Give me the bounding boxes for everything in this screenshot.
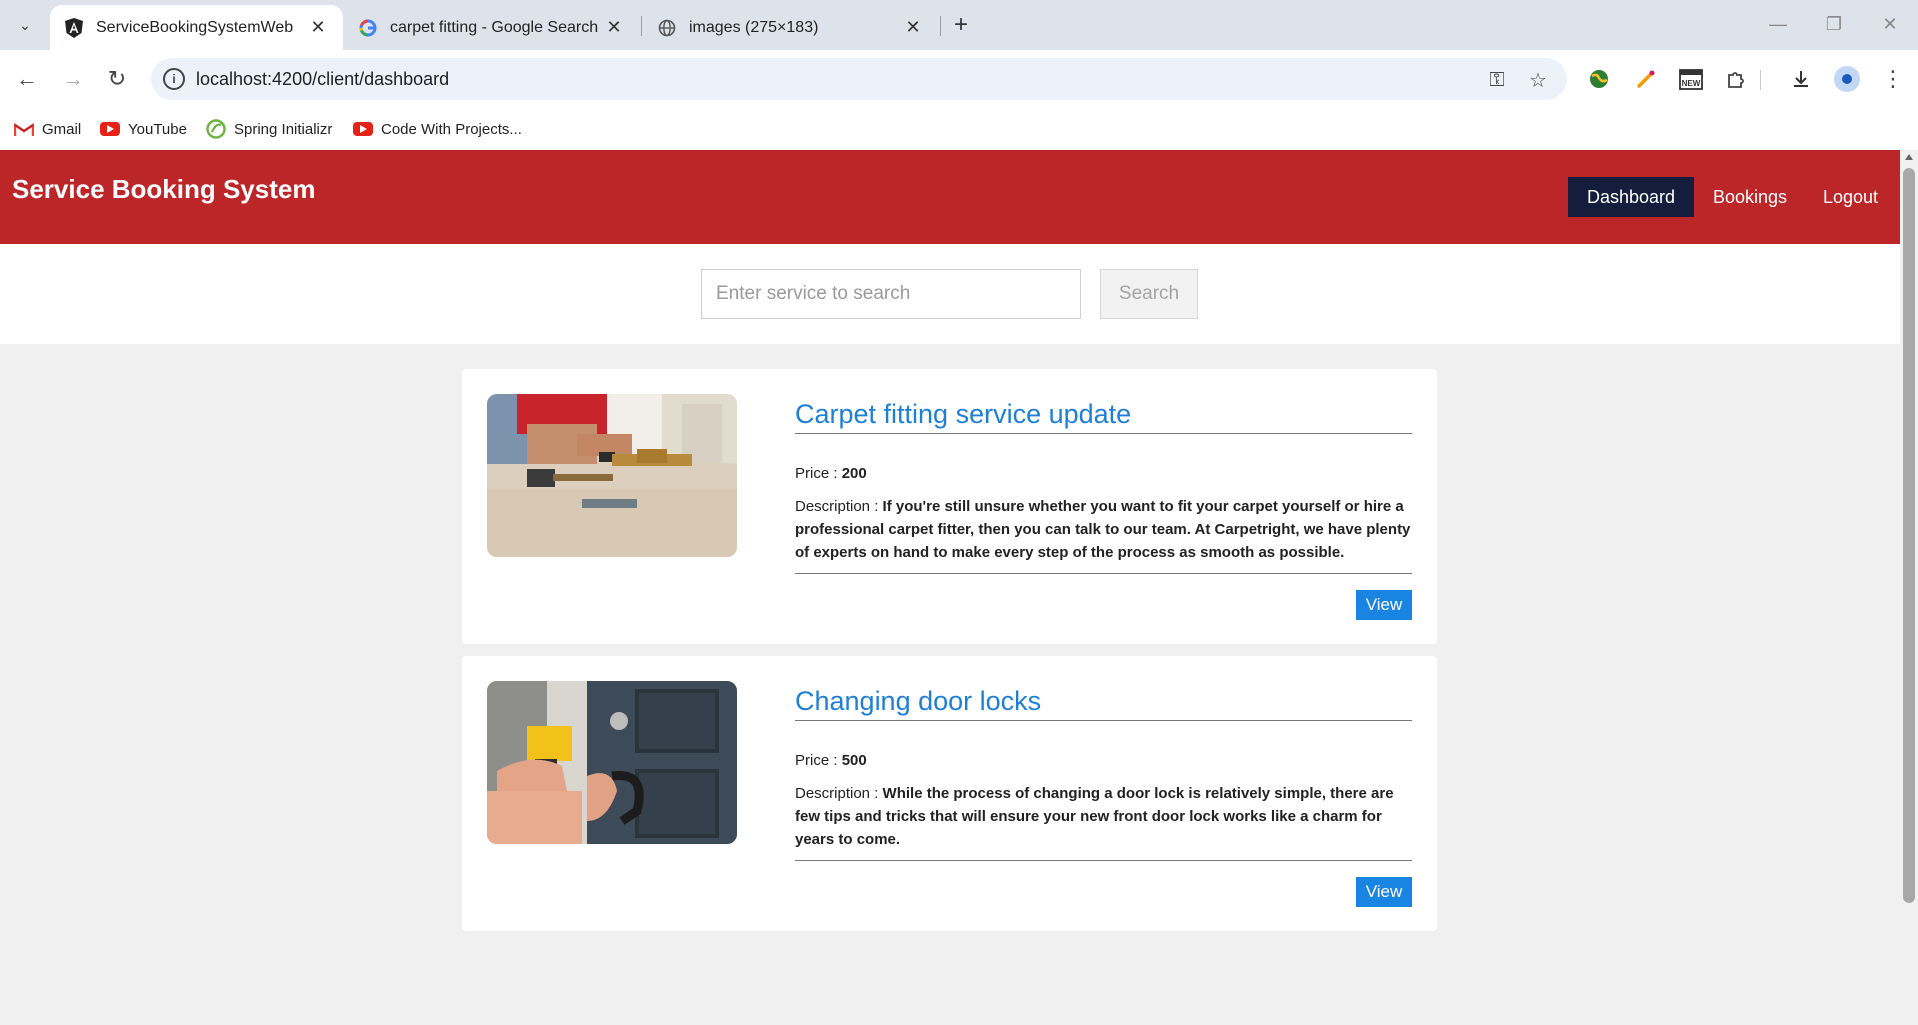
window-close-icon[interactable]: ✕ <box>1868 8 1912 40</box>
tab-service-booking[interactable]: ServiceBookingSystemWeb ✕ <box>50 5 343 50</box>
browser-toolbar: ← → ↻ i localhost:4200/client/dashboard … <box>0 50 1918 108</box>
bookmark-code-with-projects[interactable]: Code With Projects... <box>353 116 522 142</box>
service-card: Carpet fitting service update Price : 20… <box>462 369 1437 644</box>
close-icon[interactable]: ✕ <box>902 17 924 39</box>
site-info-icon[interactable]: i <box>163 68 185 90</box>
gmail-icon <box>14 122 34 137</box>
bookmark-label: YouTube <box>128 120 187 138</box>
color-picker-icon[interactable] <box>1632 65 1660 93</box>
tab-separator <box>641 16 642 36</box>
bookmarks-bar: Gmail YouTube Spring Initializr Code Wit… <box>0 108 1918 150</box>
view-button[interactable]: View <box>1356 877 1412 907</box>
more-menu-icon[interactable]: ⋮ <box>1879 65 1907 93</box>
bookmark-youtube[interactable]: YouTube <box>100 116 187 142</box>
service-description: Description : While the process of chang… <box>795 782 1412 851</box>
description-text: If you're still unsure whether you want … <box>795 498 1411 561</box>
service-title: Changing door locks <box>795 686 1042 716</box>
scrollbar-thumb[interactable] <box>1903 168 1915 903</box>
description-label: Description : <box>795 785 883 802</box>
back-arrow-icon[interactable]: ← <box>11 63 43 95</box>
toolbar-separator <box>1760 70 1761 90</box>
globe-icon <box>657 18 677 38</box>
divider <box>795 860 1412 861</box>
door-lock-image-icon <box>487 681 737 844</box>
bookmark-label: Spring Initializr <box>234 120 333 138</box>
tab-separator <box>940 16 941 36</box>
carpet-fitting-photo <box>487 394 737 557</box>
nav-dashboard[interactable]: Dashboard <box>1568 177 1695 217</box>
description-label: Description : <box>795 498 883 515</box>
tab-title: carpet fitting - Google Search <box>390 18 599 36</box>
tab-search-chevron-icon[interactable]: ⌄ <box>10 10 40 40</box>
google-icon <box>358 18 378 38</box>
divider <box>795 433 1412 434</box>
page-viewport: Service Booking System Dashboard Booking… <box>0 150 1900 1025</box>
door-lock-photo <box>487 681 737 844</box>
price-value: 200 <box>841 465 867 482</box>
search-section: Search <box>0 244 1900 344</box>
new-tab-plus-icon[interactable]: + <box>946 10 976 40</box>
tab-google-search[interactable]: carpet fitting - Google Search ✕ <box>344 5 639 50</box>
extensions-puzzle-icon[interactable] <box>1722 65 1750 93</box>
restore-icon[interactable]: ❐ <box>1812 8 1856 40</box>
download-icon[interactable] <box>1787 65 1815 93</box>
service-card: Changing door locks Price : 500 Descript… <box>462 656 1437 931</box>
search-button[interactable]: Search <box>1100 269 1198 319</box>
browser-tab-strip: ⌄ ServiceBookingSystemWeb ✕ carpet fitti… <box>0 0 1918 50</box>
view-button[interactable]: View <box>1356 590 1412 620</box>
app-title: Service Booking System <box>12 174 316 204</box>
bookmark-gmail[interactable]: Gmail <box>14 116 81 142</box>
service-price: Price : 500 <box>795 752 867 769</box>
app-header: Service Booking System Dashboard Booking… <box>0 150 1900 244</box>
youtube-icon <box>100 122 120 136</box>
price-label: Price : <box>795 752 842 769</box>
new-badge-extension-icon[interactable]: NEW <box>1677 65 1705 93</box>
svg-text:NEW: NEW <box>1682 79 1701 88</box>
tab-images[interactable]: images (275×183) ✕ <box>643 5 938 50</box>
youtube-icon <box>353 122 373 136</box>
divider <box>795 720 1412 721</box>
reload-icon[interactable]: ↻ <box>101 63 133 95</box>
bookmark-spring-initializr[interactable]: Spring Initializr <box>206 116 332 142</box>
divider <box>795 573 1412 574</box>
forward-arrow-icon[interactable]: → <box>57 63 89 95</box>
password-key-icon[interactable]: ⚿ <box>1483 66 1511 94</box>
nav-bookings[interactable]: Bookings <box>1694 177 1806 217</box>
service-description: Description : If you're still unsure whe… <box>795 495 1412 564</box>
close-icon[interactable]: ✕ <box>603 17 625 39</box>
nav-logout[interactable]: Logout <box>1804 177 1897 217</box>
address-bar[interactable]: i localhost:4200/client/dashboard ⚿ ☆ <box>151 58 1567 100</box>
bookmark-label: Code With Projects... <box>381 120 522 138</box>
tab-title: images (275×183) <box>689 18 819 36</box>
url-text[interactable]: localhost:4200/client/dashboard <box>196 69 449 90</box>
minimize-icon[interactable]: — <box>1756 8 1800 40</box>
description-text: While the process of changing a door loc… <box>795 785 1394 848</box>
service-price: Price : 200 <box>795 465 867 482</box>
price-value: 500 <box>841 752 867 769</box>
bookmark-label: Gmail <box>42 120 82 138</box>
carpet-fitting-image-icon <box>487 394 737 557</box>
scroll-up-arrow-icon[interactable] <box>1905 154 1913 160</box>
angular-icon <box>64 17 84 38</box>
bookmark-star-icon[interactable]: ☆ <box>1524 66 1552 94</box>
profile-avatar-icon[interactable] <box>1834 66 1860 92</box>
tab-title: ServiceBookingSystemWeb <box>96 18 294 36</box>
price-label: Price : <box>795 465 842 482</box>
service-search-input[interactable] <box>701 269 1081 319</box>
service-title: Carpet fitting service update <box>795 399 1132 429</box>
spring-icon <box>206 119 226 139</box>
page-scrollbar[interactable] <box>1900 150 1918 1025</box>
close-icon[interactable]: ✕ <box>307 17 329 39</box>
extension-globe-icon[interactable] <box>1585 65 1613 93</box>
